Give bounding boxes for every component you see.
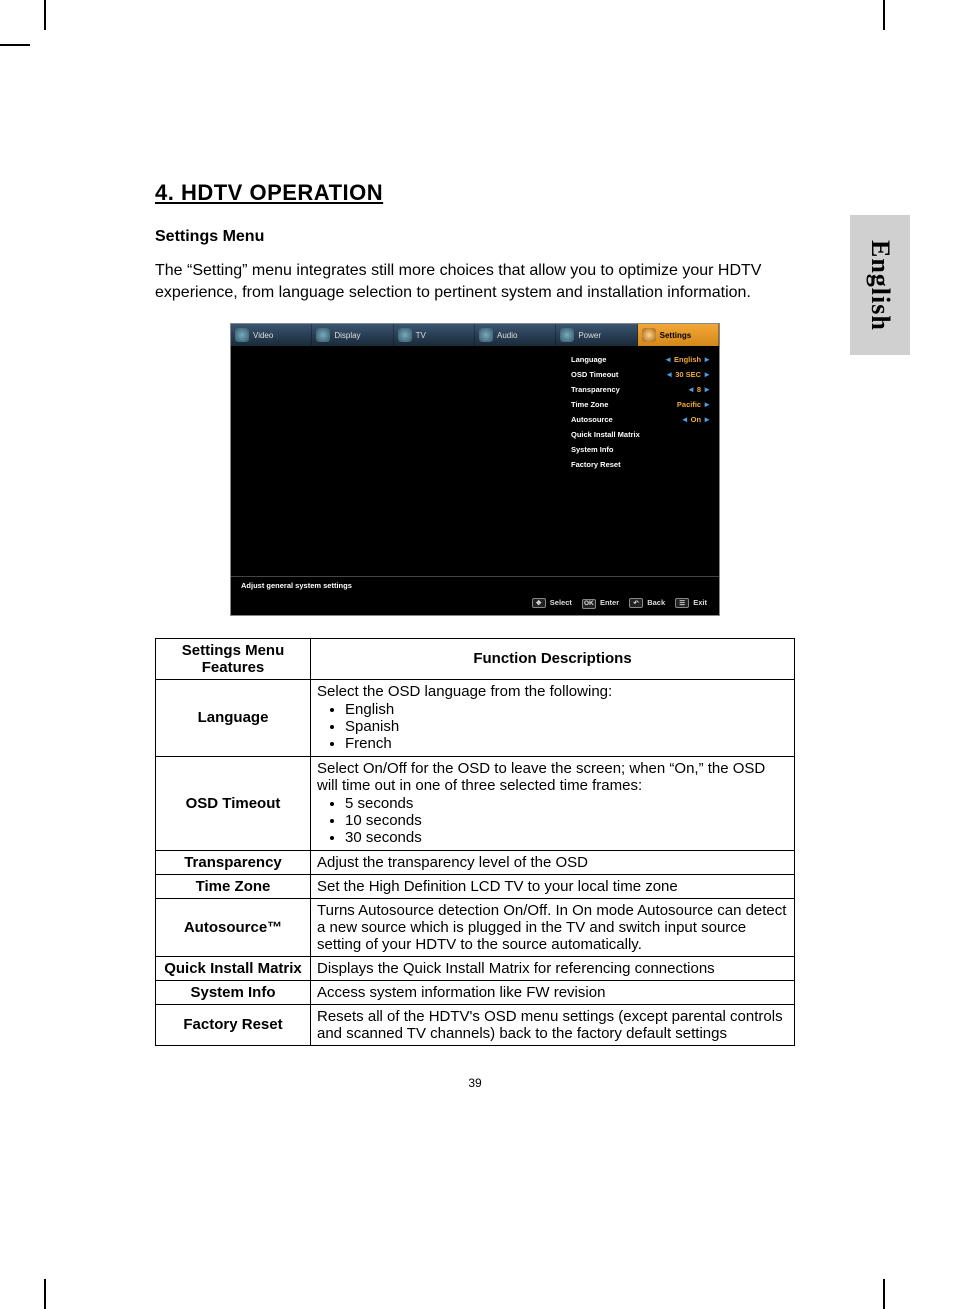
page-number: 39 bbox=[155, 1076, 795, 1090]
osd-menu-item: OSD Timeout ◄30 SEC► bbox=[571, 367, 711, 382]
osd-tab-label: Video bbox=[253, 331, 273, 340]
audio-icon bbox=[479, 328, 493, 342]
features-table: Settings Menu Features Function Descript… bbox=[155, 638, 795, 1046]
osd-footer-key: OK Enter bbox=[582, 598, 619, 609]
settings-icon bbox=[642, 328, 656, 342]
feature-description: Select On/Off for the OSD to leave the s… bbox=[311, 756, 795, 850]
osd-tab-power: Power bbox=[556, 324, 637, 346]
osd-tab-label: Power bbox=[578, 331, 601, 340]
video-icon bbox=[235, 328, 249, 342]
feature-name: Transparency bbox=[156, 850, 311, 874]
osd-menu-item: System Info bbox=[571, 442, 711, 457]
tv-icon bbox=[398, 328, 412, 342]
feature-name: Time Zone bbox=[156, 874, 311, 898]
enter-key-icon: OK bbox=[582, 599, 596, 609]
feature-name: Autosource™ bbox=[156, 898, 311, 956]
feature-name: OSD Timeout bbox=[156, 756, 311, 850]
list-item: English bbox=[345, 701, 788, 718]
osd-item-label: Autosource bbox=[571, 415, 613, 424]
feature-description: Select the OSD language from the followi… bbox=[311, 679, 795, 756]
osd-menu-item: Factory Reset bbox=[571, 457, 711, 472]
exit-key-icon: ☰ bbox=[675, 598, 689, 608]
subsection-heading: Settings Menu bbox=[155, 228, 795, 246]
power-icon bbox=[560, 328, 574, 342]
arrow-left-icon: ◄ bbox=[681, 415, 689, 424]
list-item: 10 seconds bbox=[345, 812, 788, 829]
intro-paragraph: The “Setting” menu integrates still more… bbox=[155, 260, 795, 303]
osd-item-value: ◄8► bbox=[687, 385, 711, 394]
language-tab: English bbox=[850, 215, 910, 355]
osd-item-label: Language bbox=[571, 355, 606, 364]
osd-tab-video: Video bbox=[231, 324, 312, 346]
osd-menu-item: Quick Install Matrix bbox=[571, 427, 711, 442]
feature-name: Factory Reset bbox=[156, 1004, 311, 1045]
list-item: 5 seconds bbox=[345, 795, 788, 812]
language-tab-label: English bbox=[865, 240, 895, 331]
list-item: French bbox=[345, 735, 788, 752]
osd-item-label: Transparency bbox=[571, 385, 620, 394]
osd-footer-key: ✥ Select bbox=[532, 598, 572, 609]
osd-tab-label: TV bbox=[416, 331, 426, 340]
table-row: Quick Install MatrixDisplays the Quick I… bbox=[156, 956, 795, 980]
list-item: Spanish bbox=[345, 718, 788, 735]
osd-item-label: Quick Install Matrix bbox=[571, 430, 640, 439]
table-row: Factory ResetResets all of the HDTV's OS… bbox=[156, 1004, 795, 1045]
arrow-left-icon: ◄ bbox=[665, 370, 673, 379]
osd-item-label: Factory Reset bbox=[571, 460, 621, 469]
osd-item-label: System Info bbox=[571, 445, 614, 454]
osd-item-label: Time Zone bbox=[571, 400, 608, 409]
osd-item-label: OSD Timeout bbox=[571, 370, 618, 379]
osd-menu-item: Language ◄English► bbox=[571, 352, 711, 367]
feature-description: Access system information like FW revisi… bbox=[311, 980, 795, 1004]
osd-item-value: ◄English► bbox=[664, 355, 711, 364]
feature-description: Resets all of the HDTV's OSD menu settin… bbox=[311, 1004, 795, 1045]
feature-name: Language bbox=[156, 679, 311, 756]
osd-menu-item: Time Zone Pacific► bbox=[571, 397, 711, 412]
arrow-right-icon: ► bbox=[703, 400, 711, 409]
arrow-right-icon: ► bbox=[703, 415, 711, 424]
osd-tab-display: Display bbox=[312, 324, 393, 346]
osd-item-value: ◄On► bbox=[681, 415, 711, 424]
feature-description: Adjust the transparency level of the OSD bbox=[311, 850, 795, 874]
display-icon bbox=[316, 328, 330, 342]
arrow-right-icon: ► bbox=[703, 370, 711, 379]
osd-menu-item: Autosource ◄On► bbox=[571, 412, 711, 427]
back-key-icon: ↶ bbox=[629, 598, 643, 608]
table-row: OSD TimeoutSelect On/Off for the OSD to … bbox=[156, 756, 795, 850]
feature-name: System Info bbox=[156, 980, 311, 1004]
table-row: TransparencyAdjust the transparency leve… bbox=[156, 850, 795, 874]
table-head-features: Settings Menu Features bbox=[156, 638, 311, 679]
table-head-descriptions: Function Descriptions bbox=[311, 638, 795, 679]
table-row: Autosource™Turns Autosource detection On… bbox=[156, 898, 795, 956]
osd-hint: Adjust general system settings bbox=[231, 576, 719, 594]
section-heading: 4. HDTV OPERATION bbox=[155, 180, 795, 206]
list-item: 30 seconds bbox=[345, 829, 788, 846]
feature-name: Quick Install Matrix bbox=[156, 956, 311, 980]
arrow-right-icon: ► bbox=[703, 355, 711, 364]
osd-tab-settings: Settings bbox=[638, 324, 719, 346]
osd-tab-label: Settings bbox=[660, 331, 692, 340]
table-row: System InfoAccess system information lik… bbox=[156, 980, 795, 1004]
table-row: LanguageSelect the OSD language from the… bbox=[156, 679, 795, 756]
osd-menu-item: Transparency ◄8► bbox=[571, 382, 711, 397]
osd-tab-tv: TV bbox=[394, 324, 475, 346]
select-key-icon: ✥ bbox=[532, 598, 546, 608]
osd-tab-label: Audio bbox=[497, 331, 517, 340]
table-row: Time ZoneSet the High Definition LCD TV … bbox=[156, 874, 795, 898]
osd-footer-key: ☰ Exit bbox=[675, 598, 707, 609]
arrow-right-icon: ► bbox=[703, 385, 711, 394]
feature-description: Displays the Quick Install Matrix for re… bbox=[311, 956, 795, 980]
osd-tab-audio: Audio bbox=[475, 324, 556, 346]
osd-item-value: Pacific► bbox=[677, 400, 711, 409]
feature-description: Set the High Definition LCD TV to your l… bbox=[311, 874, 795, 898]
arrow-left-icon: ◄ bbox=[687, 385, 695, 394]
osd-footer-key: ↶ Back bbox=[629, 598, 665, 609]
feature-description: Turns Autosource detection On/Off. In On… bbox=[311, 898, 795, 956]
osd-tab-label: Display bbox=[334, 331, 360, 340]
osd-item-value: ◄30 SEC► bbox=[665, 370, 711, 379]
osd-screenshot: Video Display TV Audio Power Settings Languag… bbox=[230, 323, 720, 616]
arrow-left-icon: ◄ bbox=[664, 355, 672, 364]
